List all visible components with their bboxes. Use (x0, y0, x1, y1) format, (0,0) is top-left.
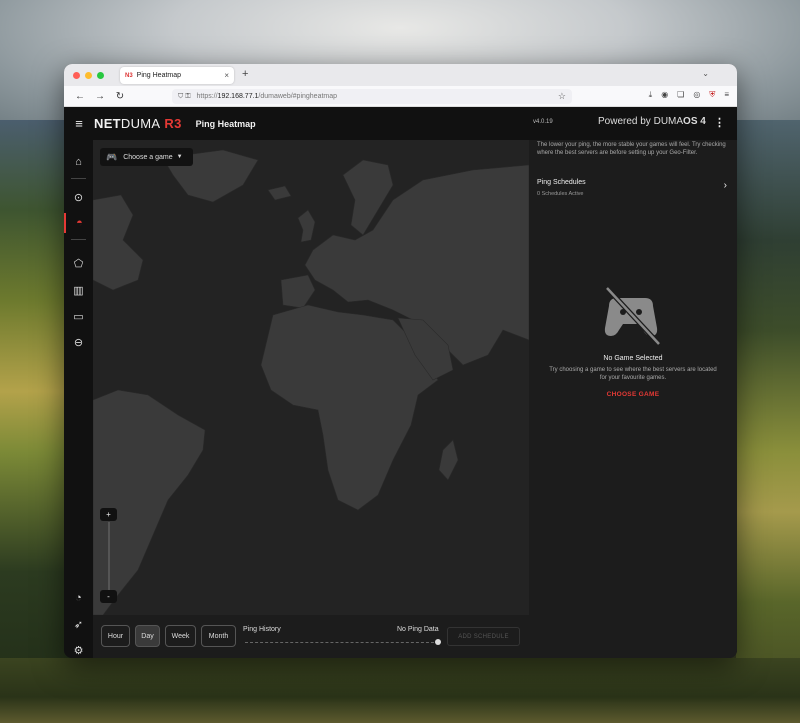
block-icon[interactable]: ⊖ (64, 332, 93, 352)
choose-game-link[interactable]: CHOOSE GAME (529, 391, 737, 398)
world-map-landmass (93, 149, 529, 615)
firmware-version: v4.0.19 (533, 119, 553, 125)
extension-icon[interactable]: ◉ (661, 90, 668, 100)
page-title: Ping Heatmap (195, 118, 256, 129)
no-game-gamepad-icon (604, 286, 661, 346)
toolbar-icons: ⤓ ◉ ❏ ◎ ⛨ ≡ (649, 90, 729, 100)
app-header: ≡ NETDUMA R3 Ping Heatmap v4.0.19 Powered… (64, 107, 737, 140)
home-icon[interactable]: ⌂ (64, 152, 93, 172)
ping-history-slider-handle[interactable] (435, 639, 441, 645)
side-panel: The lower your ping, the more stable you… (529, 140, 737, 658)
puzzle-icon[interactable]: ❏ (677, 90, 684, 100)
back-button[interactable]: ← (70, 91, 90, 102)
schedules-count: 0 Schedules Active (537, 191, 584, 197)
sidebar-divider (71, 239, 86, 240)
location-pin-icon[interactable]: ⊙ (64, 187, 93, 207)
navigation-bar: ← → ↻ ⛉ ⚿ https:// 192.168.77.1 /dumaweb… (64, 86, 737, 107)
bar-chart-icon[interactable]: ▥ (64, 280, 93, 300)
ping-history-status: No Ping Data (397, 626, 439, 633)
ping-history-bar: Hour Day Week Month Ping History No Ping… (93, 615, 529, 658)
download-icon[interactable]: ⤓ (649, 90, 653, 100)
close-window-button[interactable] (73, 71, 80, 79)
new-tab-button[interactable]: + (242, 68, 248, 80)
adblock-shield-icon[interactable]: ⛨ (709, 90, 715, 100)
ping-schedules-title[interactable]: Ping Schedules (537, 179, 586, 186)
range-week-button[interactable]: Week (165, 625, 196, 647)
ping-history-label: Ping History (243, 626, 281, 633)
desktop-landscape-bottom (0, 658, 800, 723)
security-shield-icon[interactable]: ⛉ ⚿ (178, 93, 191, 101)
netduma-app: ≡ NETDUMA R3 Ping Heatmap v4.0.19 Powered… (64, 107, 737, 658)
ping-heatmap-icon[interactable]: ◓ (64, 213, 93, 233)
netduma-logo: NETDUMA R3 (94, 116, 182, 131)
tab-title: Ping Heatmap (136, 72, 182, 79)
reload-button[interactable]: ↻ (110, 91, 130, 102)
caret-down-icon: ▼ (176, 154, 183, 160)
window-controls (73, 71, 104, 79)
sidebar-divider (71, 178, 86, 179)
chevron-right-icon[interactable]: › (724, 180, 727, 191)
powered-by-dumaos: Powered by DUMAOS 4 (598, 116, 706, 127)
panel-description: The lower your ping, the more stable you… (537, 142, 726, 156)
range-hour-button[interactable]: Hour (101, 625, 130, 647)
rocket-icon[interactable]: ➶ (64, 614, 93, 634)
tab-list-chevron-icon[interactable]: ⌄ (702, 69, 709, 78)
more-options-icon[interactable]: ⋮ (714, 116, 725, 129)
zoom-in-button[interactable]: + (100, 508, 117, 521)
map-zoom-control: + - (100, 508, 117, 604)
gamepad-icon: 🎮 (106, 151, 118, 162)
choose-game-label: Choose a game (123, 153, 173, 161)
choose-game-dropdown[interactable]: 🎮 Choose a game ▼ (100, 148, 193, 166)
tab-bar: N3 Ping Heatmap × + ⌄ (64, 64, 737, 86)
bookmark-star-icon[interactable]: ☆ (558, 91, 566, 102)
devices-icon[interactable]: ▭ (64, 306, 93, 326)
zoom-slider[interactable] (107, 522, 110, 590)
url-prefix: https:// (196, 93, 218, 100)
browser-window: N3 Ping Heatmap × + ⌄ ← → ↻ ⛉ ⚿ https://… (64, 64, 737, 658)
menu-icon[interactable]: ≡ (64, 116, 94, 131)
speedometer-icon[interactable]: ◔ (64, 588, 93, 608)
url-path: /dumaweb/#pingheatmap (258, 93, 338, 100)
add-schedule-button[interactable]: ADD SCHEDULE (447, 627, 520, 646)
url-host: 192.168.77.1 (217, 93, 259, 100)
no-game-title: No Game Selected (603, 355, 663, 362)
hamburger-menu-icon[interactable]: ≡ (724, 90, 729, 100)
account-icon[interactable]: ◎ (693, 90, 700, 100)
netduma-favicon-icon: N3 (125, 72, 133, 79)
url-bar[interactable]: ⛉ ⚿ https:// 192.168.77.1 /dumaweb/#ping… (172, 89, 572, 104)
browser-tab[interactable]: N3 Ping Heatmap × (120, 67, 234, 84)
no-game-description: Try choosing a game to see where the bes… (549, 367, 717, 381)
range-month-button[interactable]: Month (201, 625, 236, 647)
desktop-landscape-left (0, 120, 70, 723)
tab-close-icon[interactable]: × (224, 71, 229, 80)
minimize-window-button[interactable] (85, 71, 92, 79)
gear-icon[interactable]: ⚙ (64, 640, 93, 658)
range-day-button[interactable]: Day (135, 625, 160, 647)
desktop-landscape-right (736, 120, 800, 723)
world-map[interactable]: 🎮 Choose a game ▼ + - (93, 140, 529, 615)
ping-history-timeline[interactable] (245, 642, 439, 643)
forward-button[interactable]: → (90, 91, 110, 102)
zoom-window-button[interactable] (97, 71, 104, 79)
zoom-out-button[interactable]: - (100, 590, 117, 603)
sidebar: ⌂ ⊙ ◓ ⬠ ▥ ▭ ⊖ ◔ ➶ ⚙ (64, 140, 93, 658)
geo-filter-icon[interactable]: ⬠ (64, 253, 93, 273)
